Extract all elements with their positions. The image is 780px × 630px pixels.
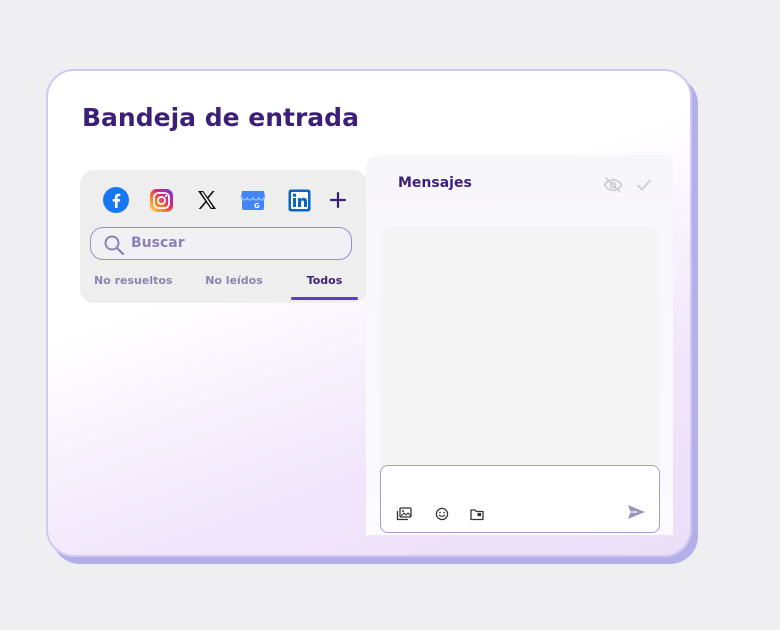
folder-icon[interactable] bbox=[470, 506, 484, 525]
channel-selector: G bbox=[80, 186, 367, 216]
emoji-icon[interactable] bbox=[435, 506, 449, 525]
conversation-filter-panel: G Buscar No resueltos No leídos Todos bbox=[80, 170, 367, 303]
message-composer[interactable] bbox=[380, 465, 660, 533]
page-title: Bandeja de entrada bbox=[82, 103, 359, 132]
eye-off-icon[interactable] bbox=[603, 177, 623, 197]
inbox-card: Bandeja de entrada G Buscar No resueltos… bbox=[46, 69, 692, 557]
search-icon bbox=[104, 235, 125, 256]
check-icon[interactable] bbox=[636, 177, 652, 197]
linkedin-icon[interactable] bbox=[285, 186, 313, 214]
tab-no-resueltos[interactable]: No resueltos bbox=[94, 274, 172, 300]
google-business-icon[interactable]: G bbox=[239, 186, 267, 214]
gallery-icon[interactable] bbox=[396, 506, 412, 525]
send-icon[interactable] bbox=[627, 504, 646, 524]
svg-text:G: G bbox=[254, 202, 260, 210]
instagram-icon[interactable] bbox=[147, 186, 175, 214]
message-thread bbox=[380, 227, 660, 467]
messages-title: Mensajes bbox=[398, 175, 472, 191]
facebook-icon[interactable] bbox=[102, 186, 130, 214]
search-box[interactable] bbox=[90, 227, 352, 260]
add-channel-icon[interactable] bbox=[324, 186, 352, 214]
tab-no-leidos[interactable]: No leídos bbox=[198, 274, 270, 300]
search-input[interactable] bbox=[131, 232, 341, 254]
x-icon[interactable] bbox=[193, 186, 221, 214]
active-tab-indicator bbox=[291, 297, 358, 300]
